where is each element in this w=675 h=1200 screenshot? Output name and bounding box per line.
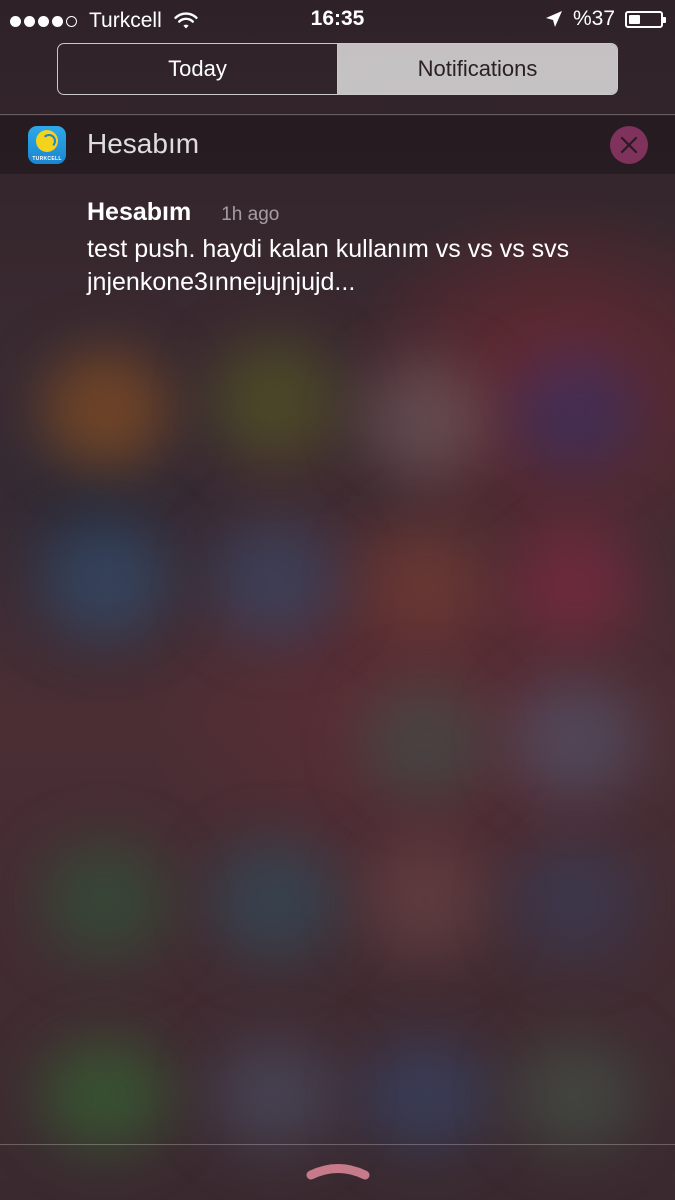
close-icon (620, 136, 638, 154)
notification-time: 1h ago (221, 204, 280, 225)
status-bar: Turkcell 16:35 %37 (0, 0, 675, 38)
tab-today[interactable]: Today (58, 44, 338, 94)
blurred-background (0, 0, 675, 1200)
view-switcher: Today Notifications (57, 43, 618, 95)
notification-title: Hesabım (87, 198, 192, 226)
battery-percentage: %37 (572, 7, 615, 30)
group-app-name: Hesabım (87, 128, 200, 159)
clear-notifications-button[interactable] (610, 126, 648, 164)
notification-item[interactable]: Hesabım 1h ago test push. haydi kalan ku… (87, 198, 647, 299)
notification-body: test push. haydi kalan kullanım vs vs vs… (87, 235, 570, 296)
chevron-up-icon (306, 1164, 370, 1180)
notification-group-header: TURKCELL Hesabım (0, 116, 675, 174)
location-arrow-icon (545, 10, 563, 28)
tab-notifications[interactable]: Notifications (338, 44, 617, 94)
close-handle[interactable] (305, 1160, 371, 1182)
header-divider (0, 114, 675, 115)
battery-icon (625, 10, 666, 28)
turkcell-app-icon[interactable]: TURKCELL (28, 126, 66, 164)
footer-divider (0, 1144, 675, 1145)
app-icon-brand: TURKCELL (32, 156, 62, 162)
battery-level (629, 14, 640, 24)
turkcell-logo-icon (36, 130, 58, 152)
